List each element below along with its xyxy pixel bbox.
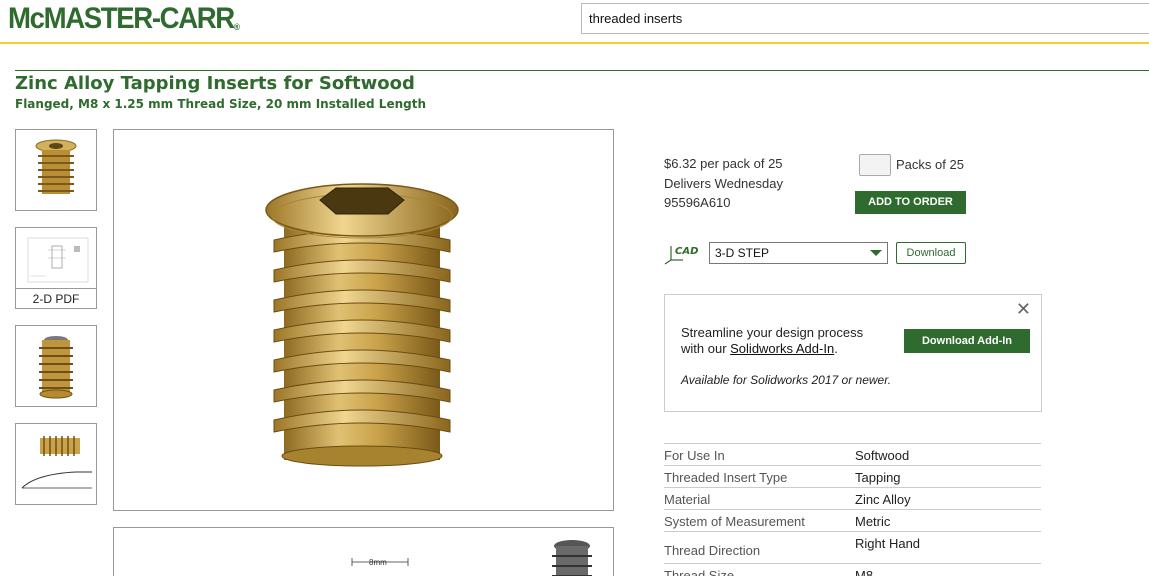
price-text: $6.32 per pack of 25 xyxy=(664,156,783,171)
chevron-down-icon xyxy=(870,250,882,256)
delivery-text: Delivers Wednesday xyxy=(664,175,783,191)
insert-in-wood-diagram-icon xyxy=(21,436,92,489)
download-addin-button[interactable]: Download Add-In xyxy=(904,329,1030,353)
dimension-drawing-icon: 8mm xyxy=(351,540,592,576)
spec-label: Thread Direction xyxy=(664,543,761,558)
cad-format-select[interactable]: 3-D STEP xyxy=(709,242,888,264)
spec-value: Metric xyxy=(855,514,891,529)
spec-value: Tapping xyxy=(855,470,901,485)
table-row: Material Zinc Alloy xyxy=(664,487,1041,509)
spec-value: M8 xyxy=(855,568,874,576)
spec-value: Zinc Alloy xyxy=(855,492,911,507)
spec-label: For Use In xyxy=(664,448,725,463)
thumbnail-insert-in-wood[interactable] xyxy=(15,423,97,505)
insert-photo-icon xyxy=(35,139,77,194)
thumbnail-caption: 2-D PDF xyxy=(16,288,96,308)
thumbnail-insert-side[interactable] xyxy=(15,325,97,407)
spec-value: Right Hand xyxy=(855,536,921,551)
table-row: System of Measurement Metric xyxy=(664,509,1041,531)
mcmaster-logo[interactable]: McMASTER-CARR® xyxy=(8,2,240,36)
secondary-drawing-image: 8mm xyxy=(113,527,614,576)
cad-icon: CAD xyxy=(663,242,699,266)
promo-note: Available for Solidworks 2017 or newer. xyxy=(681,373,892,387)
specs-table: For Use In Softwood Threaded Insert Type… xyxy=(664,443,1041,576)
table-row: Threaded Insert Type Tapping xyxy=(664,465,1041,487)
site-header: McMASTER-CARR® threaded inserts xyxy=(0,0,1149,44)
order-info: $6.32 per pack of 25 Delivers Wednesday … xyxy=(664,154,783,213)
add-to-order-button[interactable]: ADD TO ORDER xyxy=(855,191,966,214)
main-product-image xyxy=(113,129,614,511)
table-row: Thread Size M8 xyxy=(664,563,1041,576)
thumbnail-2d-pdf[interactable]: 2-D PDF xyxy=(15,227,97,309)
table-row: For Use In Softwood xyxy=(664,443,1041,465)
part-number: 95596A610 xyxy=(664,195,731,210)
cad-download-button[interactable]: Download xyxy=(896,242,966,264)
dimension-label: 8mm xyxy=(369,558,387,567)
promo-text: Streamline your design process with our … xyxy=(681,325,864,356)
packs-label: Packs of 25 xyxy=(896,157,964,172)
spec-label: Thread Size xyxy=(664,568,735,576)
spec-label: System of Measurement xyxy=(664,514,805,529)
page-subtitle: Flanged, M8 x 1.25 mm Thread Size, 20 mm… xyxy=(15,97,427,111)
table-row: Thread Direction Right Hand xyxy=(664,531,1041,563)
spec-value: Softwood xyxy=(855,448,910,463)
close-icon[interactable]: ✕ xyxy=(1016,299,1031,320)
cad-format-value: 3-D STEP xyxy=(715,246,770,260)
solidworks-addin-link[interactable]: Solidworks Add-In xyxy=(730,341,834,356)
cad-icon-label: CAD xyxy=(675,246,698,257)
pdf-drawing-icon xyxy=(27,237,89,283)
solidworks-promo: ✕ Streamline your design process with ou… xyxy=(664,294,1042,412)
thumbnail-insert-photo[interactable] xyxy=(15,129,97,211)
title-divider xyxy=(15,70,1149,71)
search-input[interactable]: threaded inserts xyxy=(581,3,1149,34)
spec-label: Threaded Insert Type xyxy=(664,470,788,485)
threaded-insert-icon xyxy=(265,183,459,467)
insert-side-photo-icon xyxy=(39,336,73,399)
spec-label: Material xyxy=(664,492,711,507)
quantity-input[interactable] xyxy=(859,154,891,176)
page-title: Zinc Alloy Tapping Inserts for Softwood xyxy=(15,73,415,94)
